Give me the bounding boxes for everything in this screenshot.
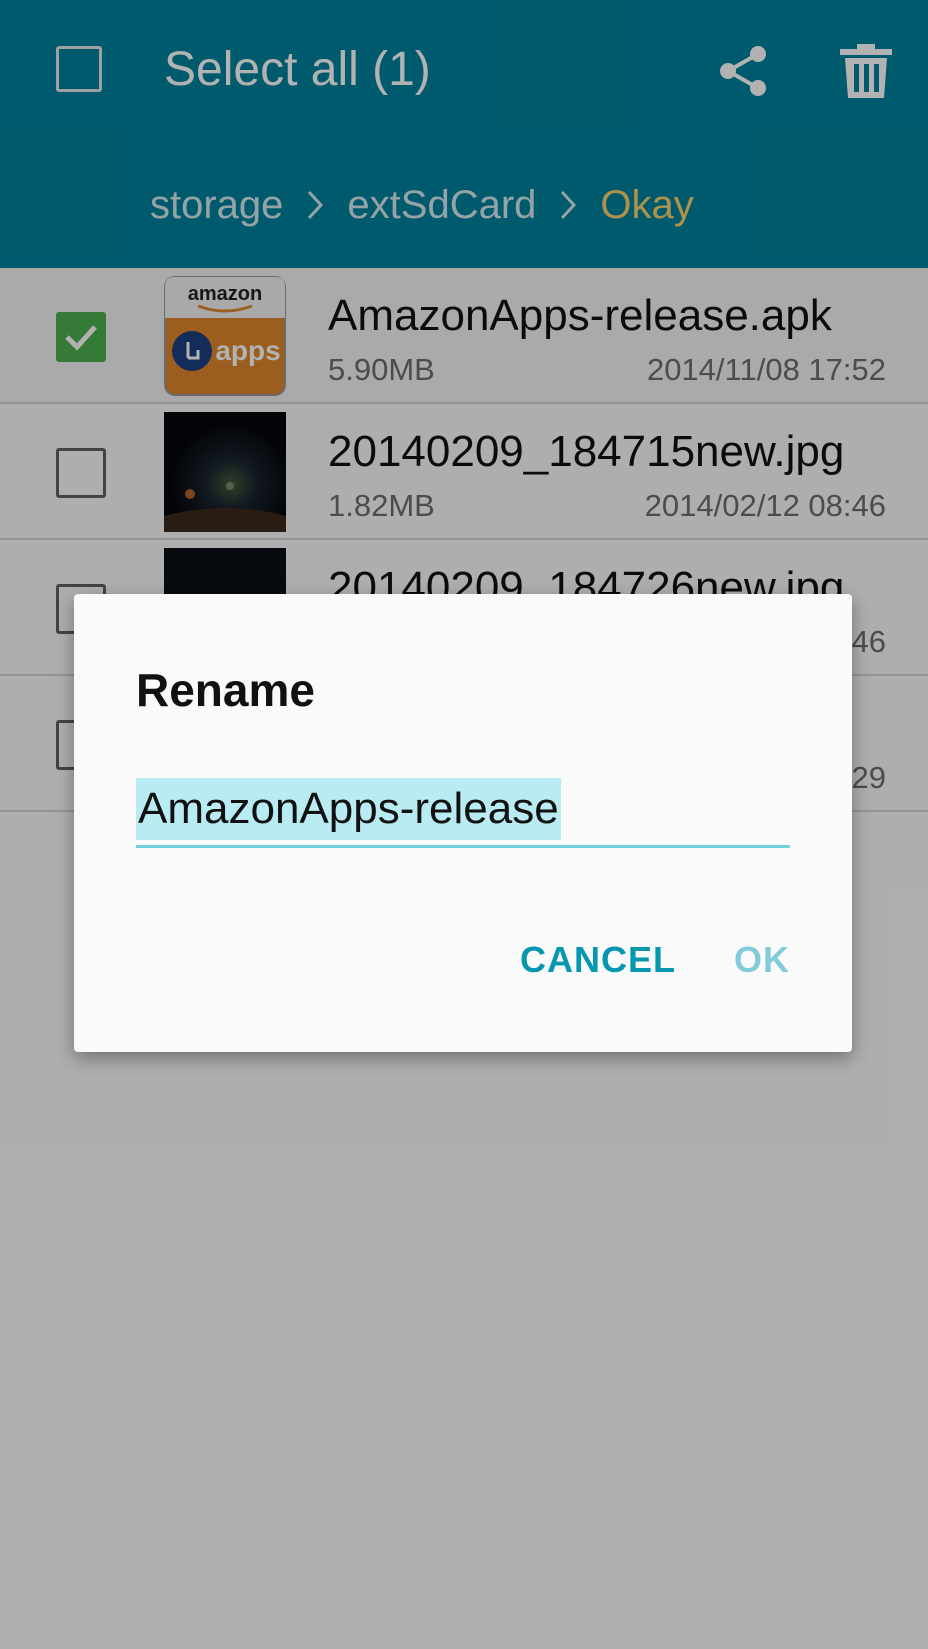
dialog-title: Rename xyxy=(136,664,315,716)
cancel-button[interactable]: CANCEL xyxy=(520,938,676,982)
rename-input-value[interactable]: AmazonApps-release xyxy=(136,778,561,840)
file-manager-screen: Select all (1) storage extSdCard Okay am… xyxy=(0,0,928,1649)
ok-button[interactable]: OK xyxy=(734,938,790,982)
rename-dialog: Rename AmazonApps-release CANCEL OK xyxy=(74,594,852,1052)
rename-input[interactable]: AmazonApps-release xyxy=(136,776,790,848)
